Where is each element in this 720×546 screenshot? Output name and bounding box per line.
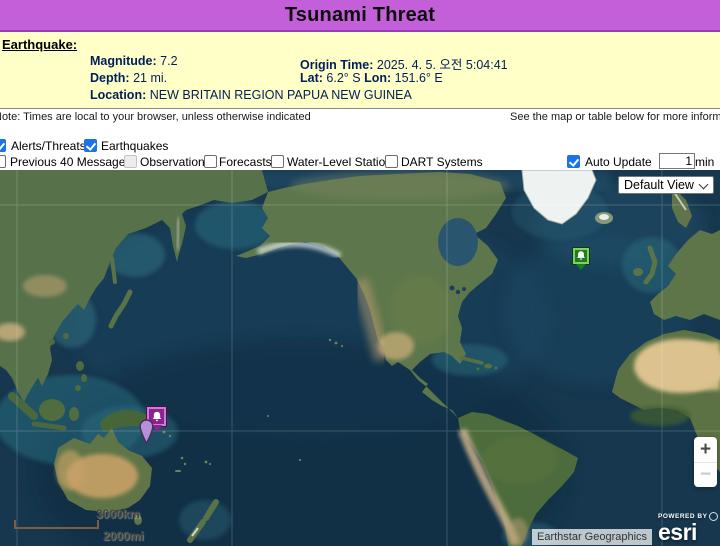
world-map[interactable]: Default View + − 3000km 2000mi Earthstar…	[0, 170, 720, 546]
scale-km-label: 3000km	[96, 507, 140, 521]
label-dart-systems: DART Systems	[401, 155, 483, 169]
filter-row-1: Alerts/Threats Earthquakes	[0, 139, 720, 153]
label-observations: Observations	[140, 155, 211, 169]
lat-lon-field: Lat: 6.2° S Lon: 151.6° E	[300, 71, 443, 85]
note-see-map: See the map or table below for more info…	[510, 111, 720, 123]
page-header: Tsunami Threat	[0, 0, 720, 32]
epicenter-pin[interactable]	[138, 419, 155, 446]
chevron-down-icon	[700, 181, 708, 189]
label-auto-update-unit: min	[695, 155, 714, 169]
label-forecasts: Forecasts	[219, 155, 272, 169]
filter-row-2: Previous 40 Messages Observations Foreca…	[0, 155, 720, 169]
scale-bar-line	[14, 520, 99, 529]
bell-icon	[575, 250, 587, 262]
esri-logo: POWERED BY esri	[658, 512, 720, 543]
station-marker-atlantic[interactable]	[572, 247, 590, 265]
marker-pointer	[576, 264, 586, 270]
checkbox-previous-40-messages[interactable]	[0, 155, 6, 168]
note-local-times: Note: Times are local to your browser, u…	[0, 111, 311, 123]
earthquake-info-panel: Earthquake: Magnitude: 7.2 Origin Time: …	[0, 32, 720, 109]
map-zoom-control: + −	[694, 437, 717, 487]
label-auto-update: Auto Update	[585, 155, 652, 169]
page-title: Tsunami Threat	[285, 4, 435, 27]
checkbox-dart-systems[interactable]	[385, 155, 398, 168]
auto-update-minutes-input[interactable]	[659, 153, 695, 169]
view-select[interactable]: Default View	[618, 176, 714, 194]
checkbox-forecasts[interactable]	[204, 155, 217, 168]
label-water-level-stations: Water-Level Stations	[287, 155, 398, 169]
map-attribution: Earthstar Geographics	[532, 529, 652, 545]
depth-field: Depth: 21 mi.	[90, 71, 167, 85]
label-previous-40-messages: Previous 40 Messages	[10, 155, 131, 169]
checkbox-water-level-stations[interactable]	[271, 155, 284, 168]
earthquake-section-label: Earthquake:	[2, 37, 77, 52]
view-select-value: Default View	[624, 178, 694, 192]
scale-mi-label: 2000mi	[103, 529, 144, 543]
magnitude-field: Magnitude: 7.2	[90, 54, 178, 68]
checkbox-auto-update[interactable]	[567, 155, 580, 168]
label-alerts-threats: Alerts/Threats	[11, 139, 86, 153]
zoom-in-button[interactable]: +	[694, 437, 717, 462]
map-basemap	[0, 170, 720, 546]
esri-brand-text: esri	[658, 521, 720, 543]
checkbox-observations[interactable]	[124, 155, 137, 168]
label-earthquakes: Earthquakes	[101, 139, 168, 153]
zoom-out-button[interactable]: −	[694, 462, 717, 487]
checkbox-earthquakes[interactable]	[84, 139, 97, 152]
location-field: Location: NEW BRITAIN REGION PAPUA NEW G…	[90, 88, 412, 102]
globe-icon	[709, 512, 718, 521]
checkbox-alerts-threats[interactable]	[0, 139, 6, 152]
